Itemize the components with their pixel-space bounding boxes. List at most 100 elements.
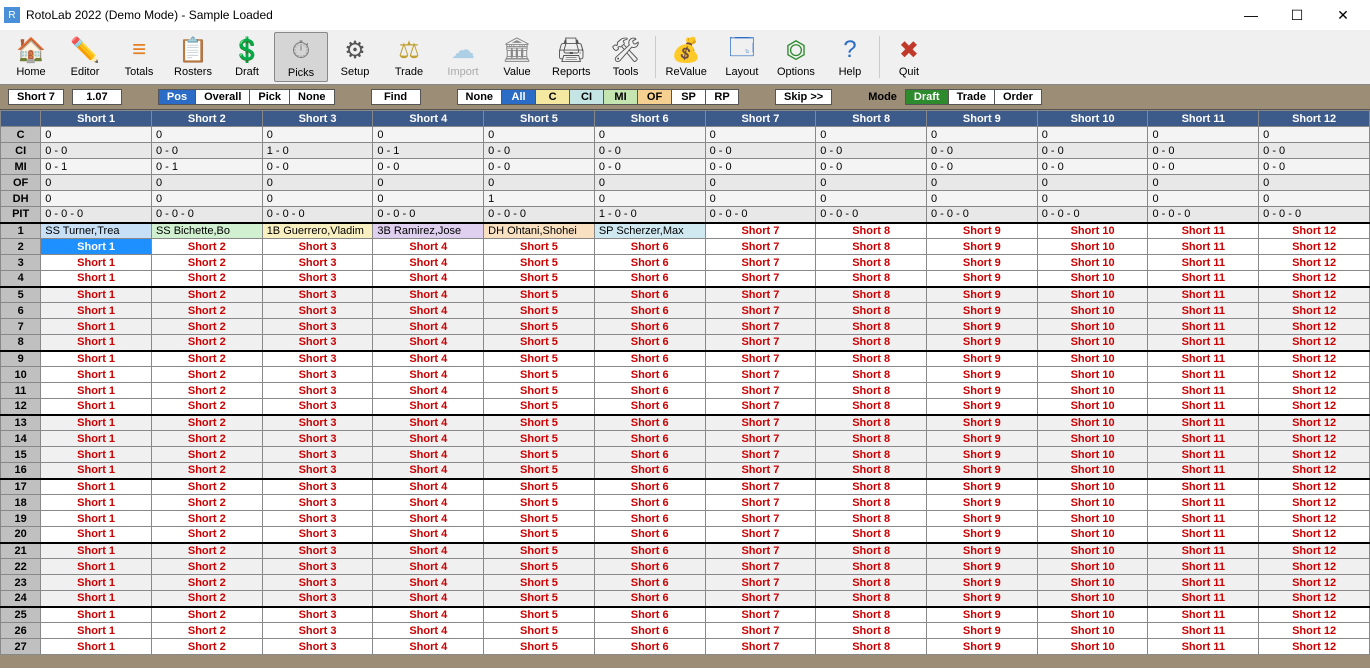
- cell-r14-c3[interactable]: Short 3: [262, 431, 373, 447]
- sum-PIT-12[interactable]: 0 - 0 - 0: [1259, 207, 1370, 223]
- cell-r10-c8[interactable]: Short 8: [816, 367, 927, 383]
- cell-r24-c2[interactable]: Short 2: [151, 591, 262, 607]
- cell-r11-c4[interactable]: Short 4: [373, 383, 484, 399]
- cell-r27-c3[interactable]: Short 3: [262, 639, 373, 655]
- sum-C-9[interactable]: 0: [927, 127, 1038, 143]
- cell-r10-c9[interactable]: Short 9: [927, 367, 1038, 383]
- cell-r12-c11[interactable]: Short 11: [1148, 399, 1259, 415]
- sum-CI-11[interactable]: 0 - 0: [1148, 143, 1259, 159]
- fb-g2-mi[interactable]: MI: [603, 89, 637, 105]
- cell-r25-c4[interactable]: Short 4: [373, 607, 484, 623]
- sum-MI-10[interactable]: 0 - 0: [1037, 159, 1148, 175]
- fb-g3-order[interactable]: Order: [994, 89, 1042, 105]
- cell-r5-c6[interactable]: Short 6: [594, 287, 705, 303]
- cell-r21-c6[interactable]: Short 6: [594, 543, 705, 559]
- sum-C-5[interactable]: 0: [484, 127, 595, 143]
- cell-r12-c3[interactable]: Short 3: [262, 399, 373, 415]
- cell-r26-c7[interactable]: Short 7: [705, 623, 816, 639]
- cell-r21-c1[interactable]: Short 1: [41, 543, 152, 559]
- sum-DH-2[interactable]: 0: [151, 191, 262, 207]
- sum-PIT-3[interactable]: 0 - 0 - 0: [262, 207, 373, 223]
- cell-r25-c5[interactable]: Short 5: [484, 607, 595, 623]
- cell-r3-c2[interactable]: Short 2: [151, 255, 262, 271]
- grid-scroll[interactable]: Short 1Short 2Short 3Short 4Short 5Short…: [0, 110, 1370, 668]
- cell-r21-c5[interactable]: Short 5: [484, 543, 595, 559]
- cell-r20-c12[interactable]: Short 12: [1259, 527, 1370, 543]
- cell-r4-c9[interactable]: Short 9: [927, 271, 1038, 287]
- cell-r23-c11[interactable]: Short 11: [1148, 575, 1259, 591]
- cell-r14-c9[interactable]: Short 9: [927, 431, 1038, 447]
- cell-r7-c1[interactable]: Short 1: [41, 319, 152, 335]
- cell-r26-c12[interactable]: Short 12: [1259, 623, 1370, 639]
- cell-r15-c7[interactable]: Short 7: [705, 447, 816, 463]
- sum-DH-5[interactable]: 1: [484, 191, 595, 207]
- col-header-7[interactable]: Short 7: [705, 111, 816, 127]
- cell-r16-c9[interactable]: Short 9: [927, 463, 1038, 479]
- cell-r18-c12[interactable]: Short 12: [1259, 495, 1370, 511]
- sum-MI-8[interactable]: 0 - 0: [816, 159, 927, 175]
- cell-r25-c10[interactable]: Short 10: [1037, 607, 1148, 623]
- cell-r25-c8[interactable]: Short 8: [816, 607, 927, 623]
- cell-r14-c8[interactable]: Short 8: [816, 431, 927, 447]
- cell-r9-c5[interactable]: Short 5: [484, 351, 595, 367]
- sum-MI-11[interactable]: 0 - 0: [1148, 159, 1259, 175]
- cell-r5-c12[interactable]: Short 12: [1259, 287, 1370, 303]
- cell-r26-c6[interactable]: Short 6: [594, 623, 705, 639]
- fb-g2-ci[interactable]: CI: [569, 89, 603, 105]
- cell-r12-c9[interactable]: Short 9: [927, 399, 1038, 415]
- sum-DH-6[interactable]: 0: [594, 191, 705, 207]
- sum-C-11[interactable]: 0: [1148, 127, 1259, 143]
- cell-r4-c12[interactable]: Short 12: [1259, 271, 1370, 287]
- cell-r8-c3[interactable]: Short 3: [262, 335, 373, 351]
- cell-r12-c6[interactable]: Short 6: [594, 399, 705, 415]
- cell-r19-c6[interactable]: Short 6: [594, 511, 705, 527]
- cell-r6-c7[interactable]: Short 7: [705, 303, 816, 319]
- cell-r17-c1[interactable]: Short 1: [41, 479, 152, 495]
- cell-r15-c9[interactable]: Short 9: [927, 447, 1038, 463]
- cell-r9-c2[interactable]: Short 2: [151, 351, 262, 367]
- toolbar-rosters[interactable]: 📋Rosters: [166, 32, 220, 82]
- cell-r17-c3[interactable]: Short 3: [262, 479, 373, 495]
- cell-r11-c2[interactable]: Short 2: [151, 383, 262, 399]
- col-header-1[interactable]: Short 1: [41, 111, 152, 127]
- cell-r17-c8[interactable]: Short 8: [816, 479, 927, 495]
- cell-r27-c10[interactable]: Short 10: [1037, 639, 1148, 655]
- cell-r19-c8[interactable]: Short 8: [816, 511, 927, 527]
- sum-PIT-5[interactable]: 0 - 0 - 0: [484, 207, 595, 223]
- cell-r26-c1[interactable]: Short 1: [41, 623, 152, 639]
- cell-r10-c6[interactable]: Short 6: [594, 367, 705, 383]
- sum-CI-8[interactable]: 0 - 0: [816, 143, 927, 159]
- cell-r12-c8[interactable]: Short 8: [816, 399, 927, 415]
- sum-DH-9[interactable]: 0: [927, 191, 1038, 207]
- cell-r18-c5[interactable]: Short 5: [484, 495, 595, 511]
- cell-r20-c2[interactable]: Short 2: [151, 527, 262, 543]
- cell-r26-c5[interactable]: Short 5: [484, 623, 595, 639]
- cell-r6-c6[interactable]: Short 6: [594, 303, 705, 319]
- cell-r10-c11[interactable]: Short 11: [1148, 367, 1259, 383]
- cell-r8-c8[interactable]: Short 8: [816, 335, 927, 351]
- cell-r16-c3[interactable]: Short 3: [262, 463, 373, 479]
- cell-r24-c7[interactable]: Short 7: [705, 591, 816, 607]
- cell-r17-c2[interactable]: Short 2: [151, 479, 262, 495]
- sum-DH-12[interactable]: 0: [1259, 191, 1370, 207]
- sum-MI-12[interactable]: 0 - 0: [1259, 159, 1370, 175]
- cell-r11-c5[interactable]: Short 5: [484, 383, 595, 399]
- cell-r7-c11[interactable]: Short 11: [1148, 319, 1259, 335]
- sum-OF-9[interactable]: 0: [927, 175, 1038, 191]
- cell-r1-c2[interactable]: SS Bichette,Bo: [151, 223, 262, 239]
- cell-r7-c12[interactable]: Short 12: [1259, 319, 1370, 335]
- cell-r17-c12[interactable]: Short 12: [1259, 479, 1370, 495]
- cell-r3-c4[interactable]: Short 4: [373, 255, 484, 271]
- sum-PIT-2[interactable]: 0 - 0 - 0: [151, 207, 262, 223]
- sum-PIT-4[interactable]: 0 - 0 - 0: [373, 207, 484, 223]
- cell-r8-c5[interactable]: Short 5: [484, 335, 595, 351]
- cell-r2-c10[interactable]: Short 10: [1037, 239, 1148, 255]
- cell-r21-c8[interactable]: Short 8: [816, 543, 927, 559]
- cell-r15-c8[interactable]: Short 8: [816, 447, 927, 463]
- sum-CI-7[interactable]: 0 - 0: [705, 143, 816, 159]
- cell-r25-c11[interactable]: Short 11: [1148, 607, 1259, 623]
- cell-r7-c8[interactable]: Short 8: [816, 319, 927, 335]
- cell-r20-c1[interactable]: Short 1: [41, 527, 152, 543]
- cell-r5-c8[interactable]: Short 8: [816, 287, 927, 303]
- cell-r26-c10[interactable]: Short 10: [1037, 623, 1148, 639]
